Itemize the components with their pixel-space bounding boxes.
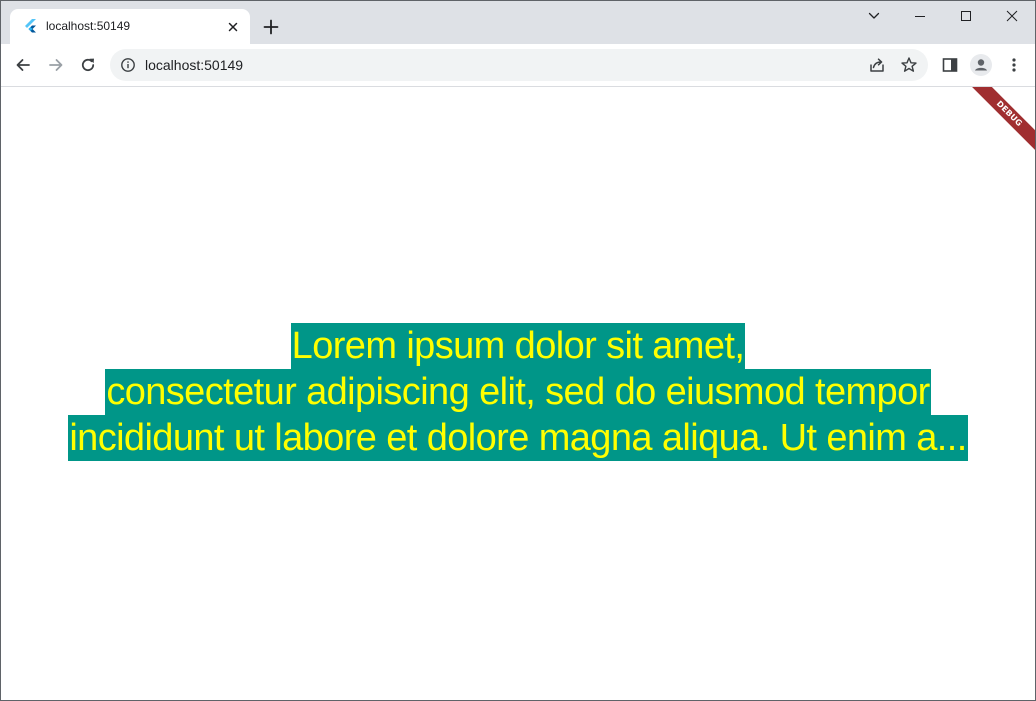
back-button[interactable]	[11, 53, 35, 77]
browser-window: localhost:50149 localhost:50149 DEBUG Lo…	[0, 0, 1036, 701]
text-line-1: Lorem ipsum dolor sit amet,	[290, 323, 746, 369]
profile-button[interactable]	[969, 53, 993, 77]
menu-kebab-icon	[1012, 58, 1016, 72]
tab-close-icon[interactable]	[225, 19, 241, 35]
reload-icon	[81, 58, 95, 72]
maximize-icon	[961, 11, 971, 21]
site-info-icon[interactable]	[120, 57, 136, 73]
lorem-text-block: Lorem ipsum dolor sit amet, consectetur …	[1, 323, 1035, 461]
new-tab-plus-icon[interactable]	[261, 17, 281, 37]
debug-banner: DEBUG	[961, 87, 1035, 162]
browser-tab[interactable]: localhost:50149	[10, 9, 250, 44]
text-line-2: consectetur adipiscing elit, sed do eius…	[105, 369, 931, 415]
address-bar[interactable]: localhost:50149	[110, 49, 928, 81]
maximize-button[interactable]	[943, 1, 989, 31]
minimize-button[interactable]	[897, 1, 943, 31]
tab-strip: localhost:50149	[1, 1, 1035, 44]
bookmark-star-icon[interactable]	[900, 56, 918, 74]
tab-search-chevron-icon	[868, 12, 880, 19]
text-line-row: consectetur adipiscing elit, sed do eius…	[1, 369, 1035, 415]
text-line-row: incididunt ut labore et dolore magna ali…	[1, 415, 1035, 461]
browser-toolbar: localhost:50149	[1, 44, 1035, 87]
side-panel-button[interactable]	[938, 53, 962, 77]
flutter-logo-icon	[25, 19, 36, 33]
forward-arrow-icon	[49, 59, 63, 71]
page-viewport: DEBUG Lorem ipsum dolor sit amet, consec…	[1, 87, 1035, 700]
address-bar-url[interactable]: localhost:50149	[145, 57, 243, 73]
text-line-3: incididunt ut labore et dolore magna ali…	[68, 415, 968, 461]
reload-button[interactable]	[76, 53, 100, 77]
share-icon[interactable]	[868, 56, 886, 74]
profile-icon	[970, 54, 992, 76]
side-panel-icon	[942, 58, 958, 72]
minimize-icon	[915, 16, 925, 17]
tab-title: localhost:50149	[46, 19, 131, 33]
forward-button[interactable]	[44, 53, 68, 77]
back-arrow-icon	[16, 59, 30, 71]
window-close-button[interactable]	[989, 1, 1035, 31]
text-line-row: Lorem ipsum dolor sit amet,	[1, 323, 1035, 369]
close-icon	[1006, 10, 1018, 22]
tab-search-button[interactable]	[851, 1, 897, 31]
browser-menu-button[interactable]	[1002, 53, 1026, 77]
